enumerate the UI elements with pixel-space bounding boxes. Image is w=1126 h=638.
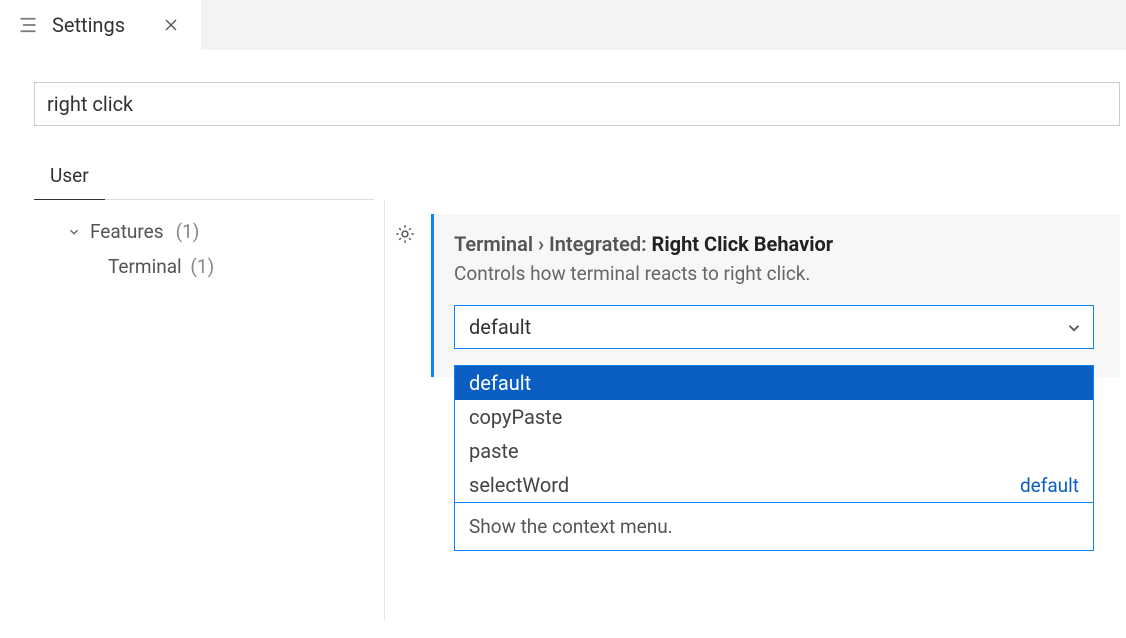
tab-settings[interactable]: Settings — [0, 0, 201, 50]
setting-title: Terminal › Integrated: Right Click Behav… — [454, 232, 1120, 256]
chevron-down-icon — [1065, 318, 1083, 336]
dropdown-info: Show the context menu. — [455, 503, 1093, 550]
dropdown-default-badge: default — [1020, 474, 1079, 497]
scope-tab-user[interactable]: User — [34, 154, 105, 200]
search-input[interactable] — [34, 82, 1120, 126]
setting-breadcrumb: Terminal › Integrated: — [454, 232, 652, 256]
dropdown-option-label: default — [469, 371, 531, 395]
dropdown-option-label: selectWord — [469, 473, 569, 497]
dropdown-option-label: copyPaste — [469, 405, 562, 429]
settings-list-icon — [18, 15, 38, 35]
tree-features[interactable]: Features (1) — [34, 214, 384, 249]
setting-select[interactable]: default — [454, 305, 1094, 349]
close-icon[interactable] — [159, 13, 183, 37]
dropdown-option-label: paste — [469, 439, 519, 463]
search-wrap — [0, 50, 1126, 126]
chevron-down-icon — [66, 224, 82, 240]
settings-tree: Features (1) Terminal (1) — [0, 200, 385, 620]
dropdown-option-copypaste[interactable]: copyPaste — [455, 400, 1093, 434]
dropdown-option-default[interactable]: default — [455, 366, 1093, 400]
settings-pane: Terminal › Integrated: Right Click Behav… — [385, 200, 1126, 377]
tree-terminal[interactable]: Terminal (1) — [34, 249, 384, 284]
tree-terminal-label: Terminal — [108, 255, 182, 278]
dropdown-option-paste[interactable]: paste — [455, 434, 1093, 468]
setting-dropdown: default copyPaste paste selectWord defau… — [454, 365, 1094, 551]
tab-bar: Settings — [0, 0, 1126, 50]
setting-right-click-behavior: Terminal › Integrated: Right Click Behav… — [431, 214, 1120, 377]
setting-description: Controls how terminal reacts to right cl… — [454, 262, 1120, 285]
tree-features-label: Features — [90, 220, 164, 243]
setting-name: Right Click Behavior — [652, 232, 834, 256]
gear-icon[interactable] — [393, 222, 417, 246]
scope-tabs: User — [34, 154, 374, 200]
settings-editor: User Features (1) Terminal (1) — [0, 50, 1126, 620]
tree-terminal-count: (1) — [190, 255, 214, 278]
tab-title: Settings — [52, 13, 125, 37]
dropdown-option-selectword[interactable]: selectWord default — [455, 468, 1093, 502]
setting-select-value: default — [469, 315, 531, 339]
tree-features-count: (1) — [176, 220, 200, 243]
